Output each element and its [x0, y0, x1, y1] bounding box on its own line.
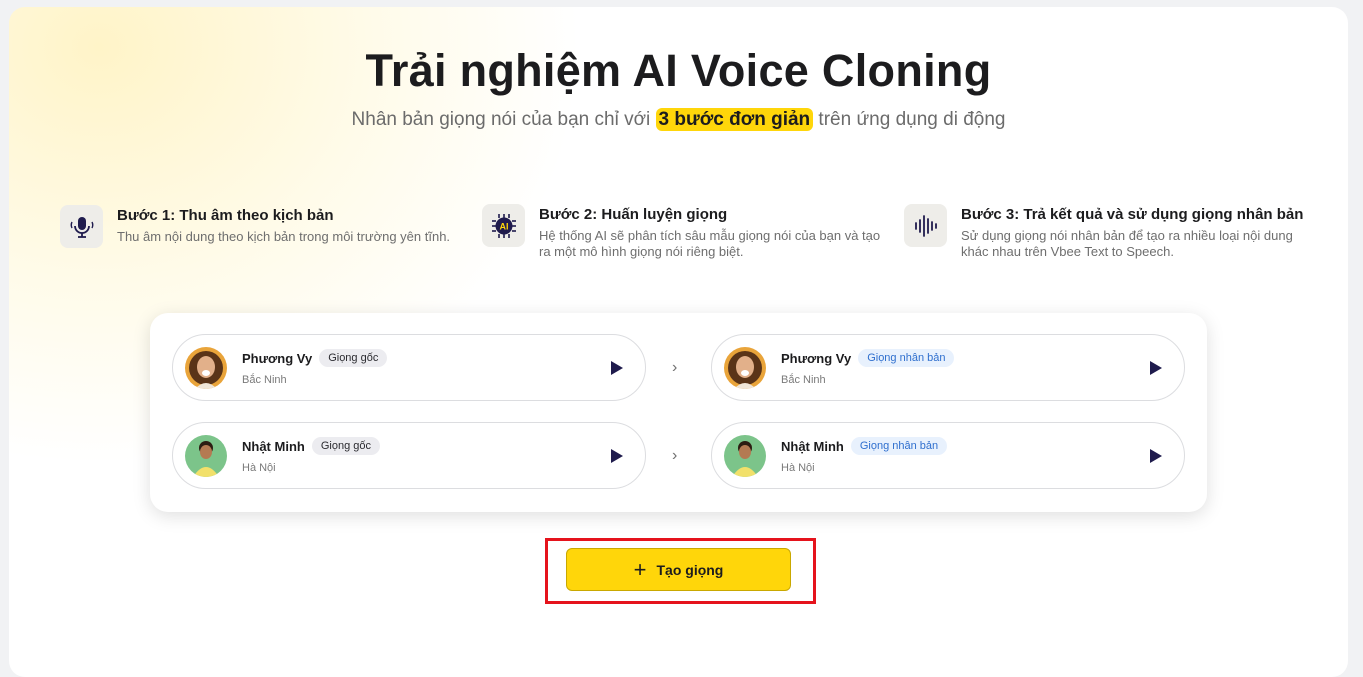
- play-icon: [611, 361, 623, 375]
- voice-location: Hà Nội: [242, 462, 276, 474]
- subtitle-highlight: 3 bước đơn giản: [655, 108, 814, 131]
- step-desc-line: Hệ thống AI sẽ phân tích sâu mẫu giọng n…: [539, 228, 881, 243]
- avatar: [185, 434, 227, 477]
- step-desc-line: Thu âm nội dung theo kịch bản trong môi …: [117, 229, 451, 244]
- chevron-right-icon: ›: [672, 447, 678, 464]
- voice-type-badge: Giọng gốc: [319, 349, 388, 367]
- step-description: Sử dụng giọng nói nhân bản để tạo ra nhi…: [961, 228, 1303, 260]
- subtitle-text-after: trên ứng dụng di động: [813, 109, 1006, 130]
- svg-text:AI: AI: [499, 221, 508, 231]
- page-title: Trải nghiệm AI Voice Cloning: [365, 45, 992, 96]
- step-2: AI Bước 2: Huấn luyện giọng Hệ thống AI …: [482, 204, 880, 260]
- page-subtitle: Nhân bản giọng nói của bạn chỉ với 3 bướ…: [9, 108, 1348, 131]
- voice-card-original-phuong-vy: Phương Vy Giọng gốc Bắc Ninh: [172, 334, 646, 401]
- step-3: Bước 3: Trả kết quả và sử dụng giọng nhâ…: [904, 204, 1303, 260]
- play-button[interactable]: [609, 359, 625, 377]
- page-container: Trải nghiệm AI Voice Cloning Nhân bản gi…: [9, 7, 1348, 677]
- chevron-right-icon: ›: [672, 359, 678, 376]
- play-icon: [611, 449, 623, 463]
- step-title: Bước 3: Trả kết quả và sử dụng giọng nhâ…: [961, 206, 1304, 223]
- ai-chip-icon: AI: [482, 204, 525, 247]
- avatar: [185, 346, 227, 389]
- voice-type-badge: Giọng gốc: [311, 437, 380, 455]
- voice-name: Phương Vy: [781, 350, 852, 366]
- step-desc-line: khác nhau trên Vbee Text to Speech.: [961, 244, 1174, 259]
- avatar: [724, 434, 766, 477]
- avatar: [724, 346, 766, 389]
- voice-name: Nhật Minh: [781, 438, 844, 454]
- voice-location: Bắc Ninh: [781, 374, 826, 386]
- play-icon: [1150, 361, 1162, 375]
- voice-card-clone-nhat-minh: Nhật Minh Giọng nhân bản Hà Nội: [711, 422, 1185, 489]
- subtitle-text-before: Nhân bản giọng nói của bạn chỉ với: [351, 109, 656, 130]
- create-voice-label: Tạo giọng: [656, 561, 724, 578]
- play-button[interactable]: [1148, 447, 1164, 465]
- voice-samples-panel: Phương Vy Giọng gốc Bắc Ninh › Phương Vy…: [150, 313, 1207, 512]
- step-title: Bước 1: Thu âm theo kịch bản: [117, 207, 334, 224]
- voice-type-badge: Giọng nhân bản: [858, 349, 955, 367]
- step-description: Hệ thống AI sẽ phân tích sâu mẫu giọng n…: [539, 228, 880, 260]
- voice-name: Phương Vy: [242, 350, 313, 366]
- voice-card-clone-phuong-vy: Phương Vy Giọng nhân bản Bắc Ninh: [711, 334, 1185, 401]
- voice-name: Nhật Minh: [242, 438, 305, 454]
- voice-type-badge: Giọng nhân bản: [850, 437, 948, 455]
- step-1: Bước 1: Thu âm theo kịch bản Thu âm nội …: [60, 205, 450, 248]
- microphone-icon: [60, 205, 103, 248]
- play-icon: [1150, 449, 1162, 463]
- soundwave-icon: [904, 204, 947, 247]
- step-desc-line: ra một mô hình giọng nói riêng biệt.: [539, 244, 744, 259]
- voice-card-original-nhat-minh: Nhật Minh Giọng gốc Hà Nội: [172, 422, 646, 489]
- play-button[interactable]: [609, 447, 625, 465]
- step-desc-line: Sử dụng giọng nói nhân bản để tạo ra nhi…: [961, 228, 1293, 243]
- step-title: Bước 2: Huấn luyện giọng: [539, 206, 728, 223]
- create-voice-button[interactable]: + Tạo giọng: [566, 548, 791, 591]
- step-description: Thu âm nội dung theo kịch bản trong môi …: [117, 229, 450, 245]
- voice-location: Bắc Ninh: [242, 374, 287, 386]
- voice-location: Hà Nội: [781, 462, 815, 474]
- play-button[interactable]: [1148, 359, 1164, 377]
- plus-icon: +: [633, 556, 647, 582]
